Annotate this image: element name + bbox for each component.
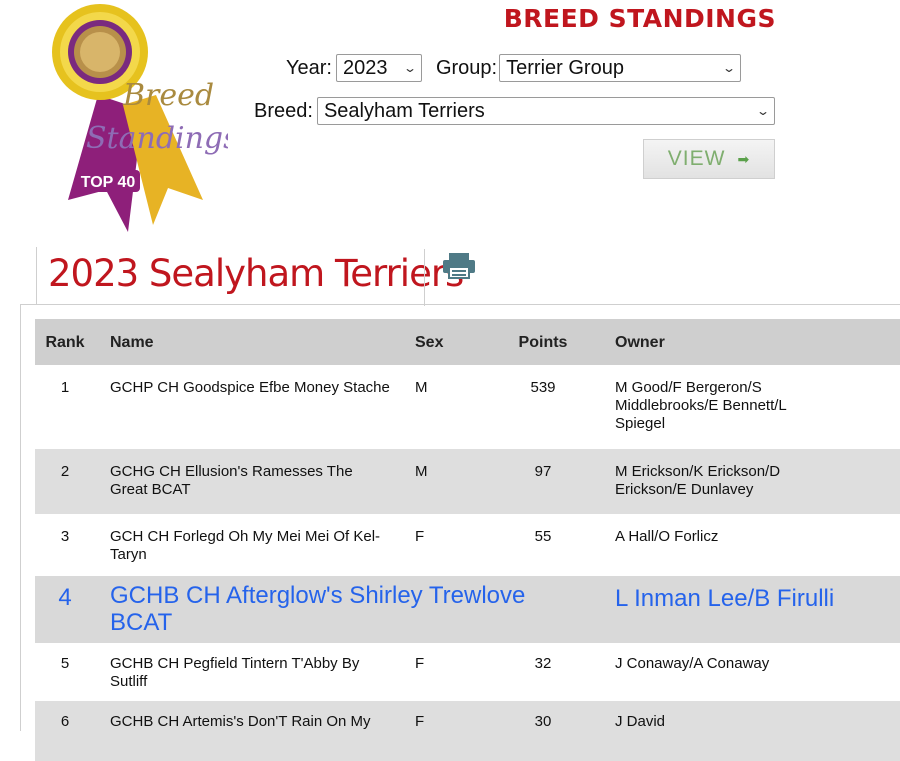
title-tab-border <box>36 247 37 305</box>
view-button-label: VIEW <box>667 147 726 170</box>
points-cell: 30 <box>534 713 552 730</box>
points-cell: 97 <box>534 463 552 480</box>
table-row-highlighted[interactable]: 4 GCHB CH Afterglow's Shirley Trewlove B… <box>35 576 900 643</box>
header-owner: Owner <box>615 334 665 351</box>
table-row[interactable]: 6 GCHB CH Artemis's Don'T Rain On My F 3… <box>35 701 900 761</box>
owner-cell: M Good/F Bergeron/S Middlebrooks/E Benne… <box>615 379 787 432</box>
points-cell: 55 <box>534 528 552 545</box>
name-cell[interactable]: GCH CH Forlegd Oh My Mei Mei Of Kel-Tary… <box>110 528 410 564</box>
results-title: 2023 Sealyham Terriers <box>48 252 464 295</box>
header-points: Points <box>518 334 568 351</box>
sex-cell: F <box>415 713 425 730</box>
table-row[interactable]: 5 GCHB CH Pegfield Tintern T'Abby By Sut… <box>35 643 900 701</box>
header-name: Name <box>110 334 154 351</box>
name-cell[interactable]: GCHG CH Ellusion's Ramesses The Great BC… <box>110 463 380 499</box>
table-header: Rank Name Sex Points Owner <box>35 319 900 365</box>
table-row[interactable]: 2 GCHG CH Ellusion's Ramesses The Great … <box>35 449 900 514</box>
rank-cell: 4 <box>58 584 72 611</box>
year-select[interactable]: 2023 ⌄ <box>335 54 422 82</box>
table-row[interactable]: 3 GCH CH Forlegd Oh My Mei Mei Of Kel-Ta… <box>35 514 900 576</box>
group-label: Group: <box>435 56 498 79</box>
breed-standings-logo: TOP 40 Breed Standings <box>28 0 228 235</box>
name-cell[interactable]: GCHB CH Artemis's Don'T Rain On My <box>110 713 410 731</box>
chevron-down-icon: ⌄ <box>755 104 770 118</box>
sex-cell: F <box>415 528 425 545</box>
name-cell[interactable]: GCHB CH Pegfield Tintern T'Abby By Sutli… <box>110 655 400 691</box>
rank-cell: 1 <box>60 379 70 396</box>
chevron-down-icon: ⌄ <box>722 61 737 75</box>
arrow-right-icon: ➡ <box>737 150 751 167</box>
divider <box>20 304 21 731</box>
breed-select-value: Sealyham Terriers <box>323 99 485 122</box>
header-sex: Sex <box>415 334 444 351</box>
sex-cell: F <box>415 655 425 672</box>
svg-text:TOP 40: TOP 40 <box>81 174 136 191</box>
divider <box>20 304 900 305</box>
header-rank: Rank <box>45 334 85 351</box>
year-group-row: Year: 2023 ⌄ Group: Terrier Group ⌄ <box>286 54 742 82</box>
table-row[interactable]: 1 GCHP CH Goodspice Efbe Money Stache M … <box>35 365 900 449</box>
points-cell: 32 <box>534 655 552 672</box>
owner-cell: J Conaway/A Conaway <box>615 655 770 672</box>
rank-cell: 6 <box>60 713 70 730</box>
breed-label: Breed: <box>254 99 313 122</box>
rank-cell: 5 <box>60 655 70 672</box>
owner-cell: A Hall/O Forlicz <box>615 528 719 545</box>
sex-cell: M <box>415 463 428 480</box>
group-select[interactable]: Terrier Group ⌄ <box>499 54 742 82</box>
sex-cell: M <box>415 379 428 396</box>
svg-text:Standings: Standings <box>86 121 228 156</box>
rank-cell: 2 <box>60 463 70 480</box>
name-cell[interactable]: GCHB CH Afterglow's Shirley Trewlove BCA… <box>110 582 580 636</box>
owner-cell: J David <box>615 713 666 730</box>
rosette-icon: TOP 40 Breed Standings <box>52 4 228 232</box>
group-select-value: Terrier Group <box>506 56 624 79</box>
chevron-down-icon: ⌄ <box>402 61 417 75</box>
rank-cell: 3 <box>60 528 70 545</box>
year-select-value: 2023 <box>342 56 388 79</box>
points-cell: 539 <box>530 379 556 396</box>
year-label: Year: <box>286 56 332 79</box>
page-title: BREED STANDINGS <box>503 4 776 33</box>
breed-row: Breed: Sealyham Terriers ⌄ <box>254 97 775 125</box>
owner-cell: L Inman Lee/B Firulli <box>615 585 835 612</box>
print-icon[interactable] <box>441 252 477 280</box>
view-button[interactable]: VIEW ➡ <box>643 139 775 179</box>
name-cell[interactable]: GCHP CH Goodspice Efbe Money Stache <box>110 379 410 397</box>
standings-table: Rank Name Sex Points Owner 1 GCHP CH Goo… <box>35 319 900 761</box>
owner-cell: M Erickson/K Erickson/D Erickson/E Dunla… <box>615 463 781 498</box>
svg-text:Breed: Breed <box>122 78 214 113</box>
tab-divider <box>424 249 425 306</box>
breed-select[interactable]: Sealyham Terriers ⌄ <box>316 97 775 125</box>
